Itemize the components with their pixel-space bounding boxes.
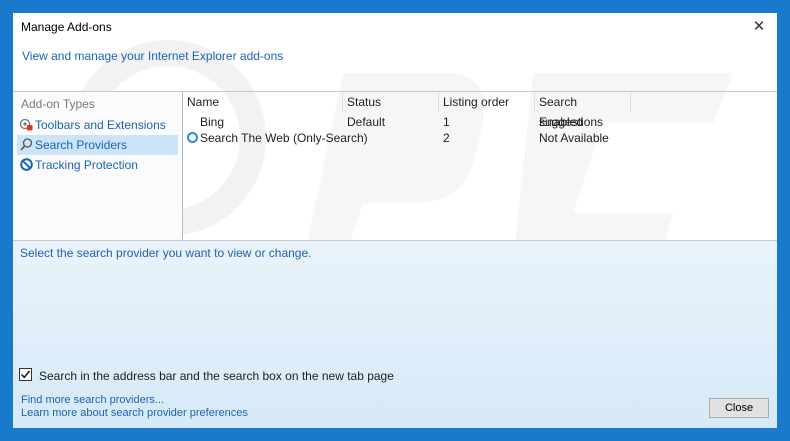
title-bar: Manage Add-ons ✕ bbox=[13, 13, 777, 41]
header-link[interactable]: View and manage your Internet Explorer a… bbox=[22, 49, 283, 63]
sidebar-item-label: Tracking Protection bbox=[35, 158, 138, 172]
row-name: Bing bbox=[200, 115, 225, 129]
details-hint: Select the search provider you want to v… bbox=[20, 246, 312, 260]
sidebar-item-label: Search Providers bbox=[35, 138, 128, 152]
row-status: Default bbox=[347, 115, 386, 129]
sidebar-item-label: Toolbars and Extensions bbox=[35, 118, 166, 132]
tracking-protection-icon bbox=[20, 158, 33, 171]
column-header-status[interactable]: Status bbox=[343, 92, 439, 112]
search-icon bbox=[20, 138, 33, 151]
manage-addons-window: Manage Add-ons ✕ View and manage your In… bbox=[13, 13, 777, 428]
column-header-name[interactable]: Name bbox=[183, 92, 343, 112]
details-pane: Select the search provider you want to v… bbox=[13, 241, 777, 428]
close-icon[interactable]: ✕ bbox=[749, 17, 769, 37]
table-row[interactable]: Bing Default 1 Enabled bbox=[183, 114, 777, 130]
addon-types-pane: Add-on Types Toolbars and Extensions Sea… bbox=[13, 92, 183, 240]
row-order: 2 bbox=[443, 131, 450, 145]
address-bar-search-checkbox[interactable] bbox=[19, 368, 32, 381]
column-header-listing-order[interactable]: Listing order bbox=[439, 92, 535, 112]
row-name: Search The Web (Only-Search) bbox=[200, 131, 368, 145]
row-suggestions: Not Available bbox=[539, 131, 609, 145]
checkbox-label: Search in the address bar and the search… bbox=[39, 369, 394, 383]
row-suggestions: Enabled bbox=[539, 115, 584, 129]
row-order: 1 bbox=[443, 115, 450, 129]
sidebar-item-toolbars[interactable]: Toolbars and Extensions bbox=[17, 115, 178, 135]
window-title: Manage Add-ons bbox=[21, 20, 112, 34]
search-providers-list: Name Status Listing order Search suggest… bbox=[183, 92, 777, 240]
sidebar-item-search-providers[interactable]: Search Providers bbox=[17, 135, 178, 155]
toolbars-extensions-icon bbox=[20, 118, 33, 131]
addon-types-heading: Add-on Types bbox=[21, 97, 95, 111]
close-button[interactable]: Close bbox=[709, 398, 769, 418]
sidebar-item-tracking-protection[interactable]: Tracking Protection bbox=[17, 155, 178, 175]
column-header-search-suggestions[interactable]: Search suggestions bbox=[535, 92, 631, 129]
table-row[interactable]: Search The Web (Only-Search) 2 Not Avail… bbox=[183, 130, 777, 146]
checkmark-icon bbox=[20, 370, 31, 379]
search-provider-icon bbox=[187, 132, 198, 143]
learn-more-link[interactable]: Learn more about search provider prefere… bbox=[21, 407, 248, 419]
find-more-providers-link[interactable]: Find more search providers... bbox=[21, 394, 164, 406]
